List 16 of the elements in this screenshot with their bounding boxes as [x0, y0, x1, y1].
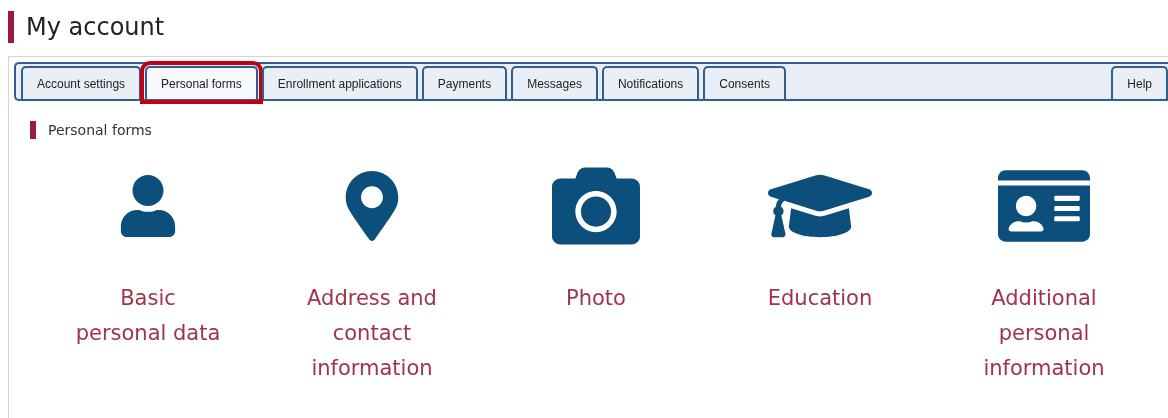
form-link[interactable]: Address and contact information — [297, 281, 447, 386]
form-link[interactable]: Education — [745, 281, 895, 316]
section-accent-bar — [30, 121, 36, 139]
tab[interactable]: Payments — [421, 66, 508, 99]
tab[interactable]: Consents — [703, 66, 786, 99]
form-link[interactable]: Basic personal data — [73, 281, 223, 351]
tab[interactable]: Notifications — [601, 66, 700, 99]
tab[interactable]: Account settings — [21, 66, 142, 99]
page-title: My account — [26, 13, 165, 41]
form-link[interactable]: Additional personal information — [969, 281, 1119, 386]
tab[interactable]: Messages — [511, 66, 598, 99]
tab[interactable]: Enrollment applications — [261, 66, 418, 99]
title-accent-bar — [8, 11, 14, 43]
section-title: Personal forms — [48, 122, 152, 138]
help-tab[interactable]: Help — [1111, 66, 1168, 99]
form-link[interactable]: Photo — [521, 281, 671, 316]
